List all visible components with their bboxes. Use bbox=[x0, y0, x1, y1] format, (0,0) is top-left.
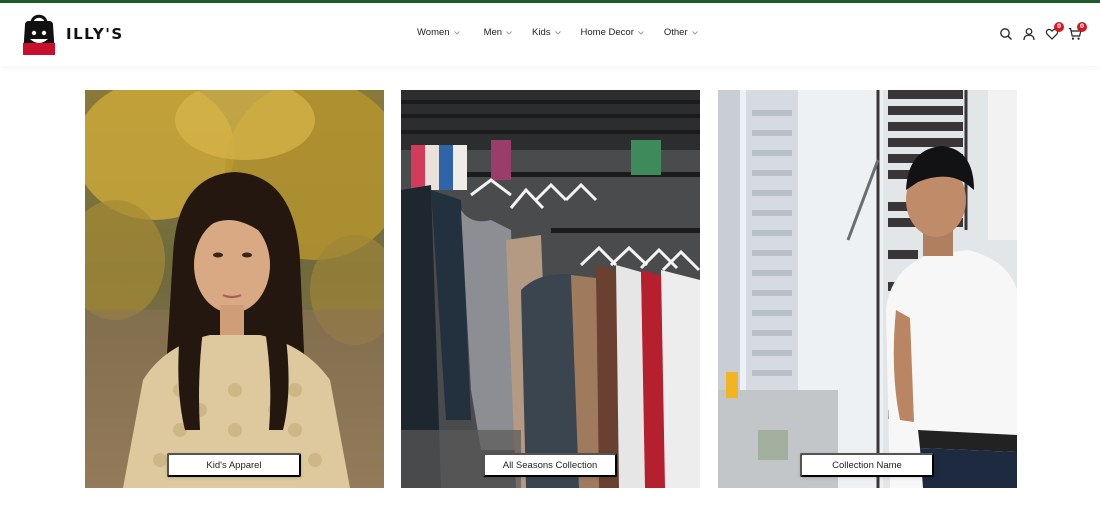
nav-item-home-decor[interactable]: Home Decor bbox=[581, 27, 644, 38]
nav-item-women[interactable]: Women bbox=[417, 27, 460, 38]
collection-card-kids-apparel[interactable]: Kid's Apparel bbox=[85, 90, 384, 488]
collection-card-all-seasons[interactable]: All Seasons Collection bbox=[401, 90, 700, 488]
collection-button-kids-apparel[interactable]: Kid's Apparel bbox=[167, 453, 301, 477]
nav-label: Kids bbox=[532, 27, 551, 38]
account-button[interactable] bbox=[1022, 27, 1036, 41]
chevron-down-icon bbox=[453, 27, 460, 38]
nav-item-kids[interactable]: Kids bbox=[532, 27, 561, 38]
brand-name: ILLY'S bbox=[66, 25, 124, 43]
wishlist-button[interactable]: 0 bbox=[1045, 22, 1064, 41]
header-actions: 0 0 bbox=[990, 22, 1087, 41]
chevron-down-icon bbox=[506, 27, 512, 38]
nav-label: Men bbox=[483, 27, 503, 38]
nav-item-men[interactable]: Men bbox=[484, 27, 512, 38]
cart-count-badge: 0 bbox=[1077, 22, 1087, 32]
main-nav: Women Men Kids Home Decor Other bbox=[417, 27, 698, 38]
collection-card-collection-name[interactable]: Collection Name bbox=[718, 90, 1017, 488]
nav-label: Other bbox=[663, 27, 688, 38]
user-icon bbox=[1022, 27, 1036, 41]
shopping-bag-logo-icon bbox=[21, 11, 57, 57]
nav-label: Women bbox=[417, 27, 450, 38]
site-header: ILLY'S Women Men Kids Home Decor Other 0… bbox=[0, 3, 1100, 66]
brand-logo-link[interactable]: ILLY'S bbox=[21, 11, 124, 57]
search-button[interactable] bbox=[999, 27, 1013, 41]
collection-button-collection-name[interactable]: Collection Name bbox=[800, 453, 934, 477]
collection-grid: Kid's Apparel All Seasons Collection Col… bbox=[85, 90, 1017, 488]
chevron-down-icon bbox=[638, 27, 644, 38]
collection-button-all-seasons[interactable]: All Seasons Collection bbox=[483, 453, 617, 477]
wishlist-count-badge: 0 bbox=[1054, 22, 1064, 32]
nav-item-other[interactable]: Other bbox=[664, 27, 698, 38]
chevron-down-icon bbox=[691, 27, 698, 38]
cart-button[interactable]: 0 bbox=[1068, 22, 1087, 41]
chevron-down-icon bbox=[554, 27, 561, 38]
collection-image-girl bbox=[85, 90, 384, 488]
collection-image-man bbox=[718, 90, 1017, 488]
collection-image-clothes-rack bbox=[401, 90, 700, 488]
nav-label: Home Decor bbox=[580, 27, 634, 38]
search-icon bbox=[999, 27, 1013, 41]
